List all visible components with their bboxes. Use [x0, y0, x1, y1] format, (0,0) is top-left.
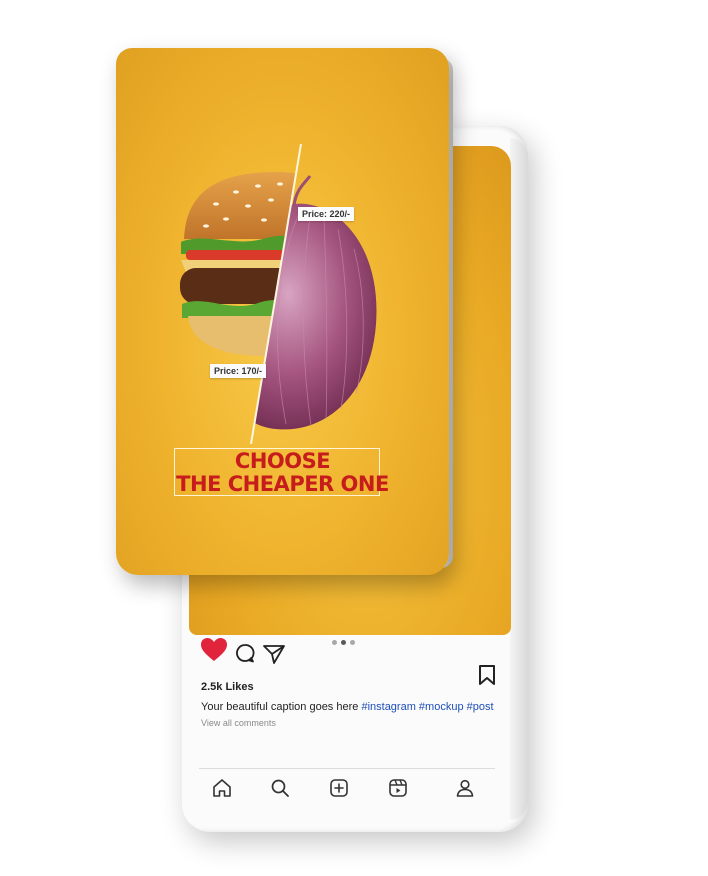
headline-line-2: THE CHEAPER ONE: [176, 472, 389, 496]
carousel-dot: [332, 640, 337, 645]
bottom-nav-divider: [199, 768, 495, 769]
profile-icon[interactable]: [453, 776, 477, 800]
heart-icon[interactable]: [200, 637, 228, 663]
phone-edge: [510, 138, 528, 820]
bookmark-icon[interactable]: [478, 664, 496, 686]
view-comments-link[interactable]: View all comments: [201, 718, 276, 728]
carousel-indicator: [332, 640, 355, 645]
comment-icon[interactable]: [235, 643, 255, 663]
carousel-dot: [350, 640, 355, 645]
home-icon[interactable]: [210, 776, 234, 800]
post-caption: Your beautiful caption goes here #instag…: [201, 701, 494, 713]
headline-line-1: CHOOSE: [234, 449, 331, 473]
carousel-dot-active: [341, 640, 346, 645]
price-tag-burger: Price: 170/-: [210, 364, 267, 378]
price-tag-onion: Price: 220/-: [298, 207, 355, 221]
send-icon[interactable]: [263, 644, 285, 664]
likes-count[interactable]: 2.5k Likes: [201, 681, 254, 693]
add-post-icon[interactable]: [327, 776, 351, 800]
reels-icon[interactable]: [386, 776, 410, 800]
search-icon[interactable]: [268, 776, 292, 800]
caption-text: Your beautiful caption goes here: [201, 701, 359, 713]
burger-onion-illustration: [180, 144, 377, 444]
caption-hashtags[interactable]: #instagram #mockup #post: [361, 701, 493, 713]
post-image: Price: 220/- Price: 170/- CHOOSE THE CHE…: [116, 48, 449, 575]
